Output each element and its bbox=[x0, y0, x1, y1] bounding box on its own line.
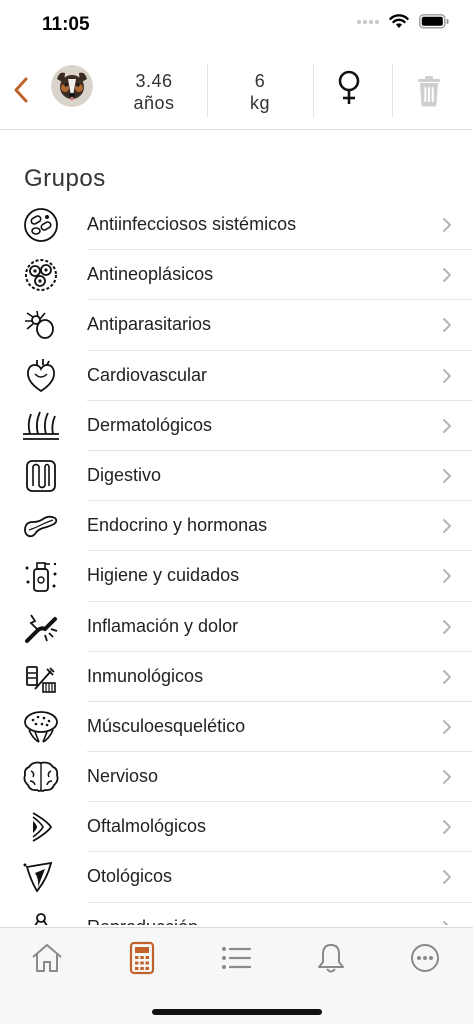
muscle-icon bbox=[24, 710, 58, 743]
chevron-right-icon bbox=[443, 820, 451, 835]
bell-icon bbox=[318, 944, 344, 973]
pet-weight: 6 kg bbox=[215, 70, 305, 114]
chevron-right-icon bbox=[443, 318, 451, 333]
list-item-antiinfecciosos[interactable]: Antiinfecciosos sistémicos bbox=[0, 200, 473, 251]
list-item-dermatologicos[interactable]: Dermatológicos bbox=[0, 401, 473, 451]
chevron-right-icon bbox=[443, 569, 451, 584]
list-item-musculoesqueletico[interactable]: Músculoesquelético bbox=[0, 702, 473, 753]
heart-icon bbox=[27, 358, 55, 392]
battery-icon bbox=[419, 14, 449, 29]
chevron-right-icon bbox=[443, 870, 451, 885]
list-item-digestivo[interactable]: Digestivo bbox=[0, 451, 473, 502]
list-item-endocrino[interactable]: Endocrino y hormonas bbox=[0, 501, 473, 552]
list-item-label: Higiene y cuidados bbox=[87, 565, 240, 586]
chevron-right-icon bbox=[443, 619, 451, 634]
list-item-label: Digestivo bbox=[87, 464, 162, 485]
chevron-right-icon bbox=[443, 770, 451, 785]
calculator-icon bbox=[129, 941, 155, 975]
list-item-cardiovascular[interactable]: Cardiovascular bbox=[0, 351, 473, 401]
chevron-right-icon bbox=[443, 368, 451, 383]
tab-more[interactable] bbox=[405, 940, 445, 976]
back-button[interactable] bbox=[6, 70, 36, 110]
reproduction-icon bbox=[34, 912, 48, 925]
tab-calculator[interactable] bbox=[122, 940, 162, 976]
list-icon bbox=[222, 947, 252, 969]
pet-avatar[interactable] bbox=[51, 65, 93, 107]
list-item-nervioso[interactable]: Nervioso bbox=[0, 752, 473, 803]
more-icon bbox=[411, 944, 439, 972]
list-item-oftalmologicos[interactable]: Oftalmológicos bbox=[0, 802, 473, 853]
header-divider bbox=[313, 64, 314, 118]
list-item-label: Inflamación y dolor bbox=[87, 615, 239, 636]
home-icon bbox=[32, 944, 62, 972]
vaccine-icon bbox=[26, 665, 56, 693]
list-item-inmunologicos[interactable]: Inmunológicos bbox=[0, 652, 473, 702]
pancreas-icon bbox=[24, 515, 58, 538]
skin-icon bbox=[23, 411, 59, 440]
eye-icon bbox=[32, 812, 53, 843]
status-bar: 11:05 bbox=[0, 0, 473, 50]
list-item-label: Músculoesquelético bbox=[87, 715, 246, 736]
wifi-icon bbox=[389, 14, 409, 28]
list-item-label: Inmunológicos bbox=[87, 665, 204, 686]
chevron-right-icon bbox=[443, 920, 449, 925]
tab-home[interactable] bbox=[27, 940, 67, 976]
tab-bar bbox=[0, 927, 473, 1024]
pet-age-value: 3.46 bbox=[135, 71, 173, 91]
pet-weight-unit: kg bbox=[249, 93, 270, 113]
list-item-label: Antiparasitarios bbox=[87, 314, 212, 335]
pet-age: 3.46 años bbox=[110, 70, 198, 114]
pet-age-unit: años bbox=[133, 93, 175, 113]
chevron-right-icon bbox=[443, 669, 451, 684]
status-time: 11:05 bbox=[42, 14, 90, 35]
list-item-label: Dermatológicos bbox=[87, 414, 213, 435]
pet-header: 3.46 años 6 kg bbox=[0, 50, 473, 130]
tick-icon bbox=[25, 311, 54, 340]
chevron-right-icon bbox=[443, 218, 451, 232]
list-item-label: Antiinfecciosos sistémicos bbox=[87, 214, 297, 234]
status-icons bbox=[357, 14, 449, 29]
header-divider bbox=[392, 64, 393, 118]
chevron-right-icon bbox=[443, 468, 451, 483]
list-item-label: Oftalmológicos bbox=[87, 816, 207, 837]
intestine-icon bbox=[26, 460, 56, 492]
list-item-label: Nervioso bbox=[87, 766, 159, 787]
list-item-label: Cardiovascular bbox=[87, 364, 208, 385]
dog-avatar-icon bbox=[51, 65, 93, 107]
chevron-left-icon bbox=[14, 77, 28, 103]
list-item-label: Otológicos bbox=[87, 866, 173, 887]
female-icon[interactable] bbox=[334, 68, 364, 108]
brain-icon bbox=[23, 761, 59, 792]
chevron-right-icon bbox=[443, 519, 451, 534]
list-item-inflamacion[interactable]: Inflamación y dolor bbox=[0, 602, 473, 652]
chevron-right-icon bbox=[443, 418, 451, 433]
header-divider bbox=[207, 64, 208, 118]
cells-icon bbox=[25, 259, 57, 292]
list-item-antineoplasicos[interactable]: Antineoplásicos bbox=[0, 250, 473, 301]
list-item-label: Antineoplásicos bbox=[87, 264, 214, 285]
trash-icon[interactable] bbox=[414, 74, 444, 108]
tab-list[interactable] bbox=[216, 940, 256, 976]
pet-weight-value: 6 bbox=[254, 71, 266, 91]
list-item-reproduccion[interactable]: Reproducción bbox=[0, 903, 473, 925]
list-item-higiene[interactable]: Higiene y cuidados bbox=[0, 551, 473, 602]
list-item-antiparasitarios[interactable]: Antiparasitarios bbox=[0, 300, 473, 351]
chevron-right-icon bbox=[443, 268, 451, 283]
bacteria-icon bbox=[24, 208, 58, 242]
joint-pain-icon bbox=[25, 614, 58, 643]
list-item-label: Reproducción bbox=[87, 917, 198, 925]
tab-notifications[interactable] bbox=[311, 940, 351, 976]
list-item-label: Endocrino y hormonas bbox=[87, 515, 268, 536]
home-indicator bbox=[152, 1009, 322, 1015]
ear-icon bbox=[23, 862, 53, 893]
signal-icon bbox=[357, 19, 379, 24]
shampoo-icon bbox=[25, 562, 57, 593]
section-title: Grupos bbox=[24, 165, 106, 192]
group-list: Antiinfecciosos sistémicos Antineoplásic… bbox=[0, 200, 473, 925]
chevron-right-icon bbox=[443, 719, 451, 734]
list-item-otologicos[interactable]: Otológicos bbox=[0, 852, 473, 903]
